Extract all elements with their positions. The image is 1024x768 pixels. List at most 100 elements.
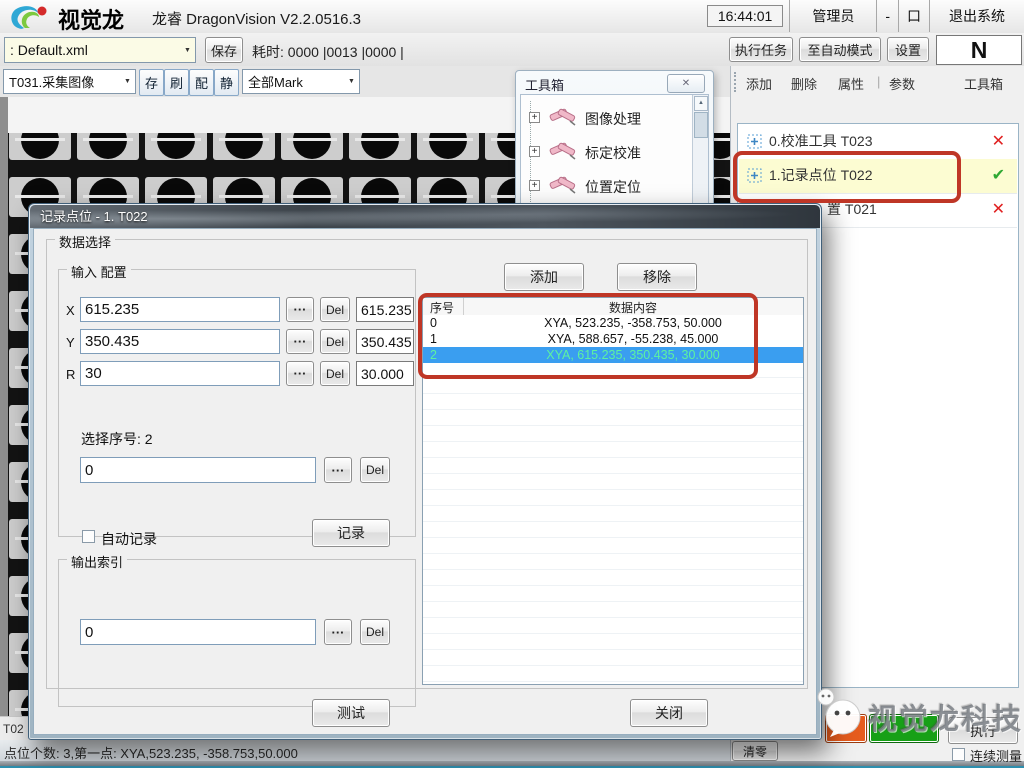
row-data: XYA, 615.235, 350.435, 30.000 xyxy=(463,348,803,362)
toolbox-item-image-processing[interactable]: + 图像处理 xyxy=(525,101,690,135)
minimize-button[interactable]: - xyxy=(876,0,898,32)
scrollbar-thumb[interactable] xyxy=(694,112,708,138)
tool-status-fragment: T02 xyxy=(3,722,24,736)
auto-mode-button[interactable]: 至自动模式 xyxy=(799,37,881,62)
execute-button[interactable]: 执行 xyxy=(948,717,1018,744)
y-browse-button[interactable]: ··· xyxy=(286,329,314,354)
add-point-button[interactable]: 添加 xyxy=(504,263,584,291)
crossed-tools-icon xyxy=(549,104,577,128)
crossed-tools-icon xyxy=(549,138,577,162)
auto-record-label: 自动记录 xyxy=(101,529,157,549)
capture-tool-combo[interactable]: T031.采集图像 ▼ xyxy=(3,69,136,94)
dragonvision-window: 视觉龙 龙睿 DragonVision V2.2.0516.3 16:44:01… xyxy=(0,0,1024,768)
static-button[interactable]: 静 xyxy=(214,69,239,96)
output-browse-button[interactable]: ··· xyxy=(324,619,352,645)
point-row-1[interactable]: 1 XYA, 588.657, -55.238, 45.000 xyxy=(423,331,803,347)
point-row-2-selected[interactable]: 2 XYA, 615.235, 350.435, 30.000 xyxy=(423,347,803,363)
task-label: 0.校准工具 T023 xyxy=(769,125,872,158)
mark-combo[interactable]: 全部Mark ▼ xyxy=(242,69,360,94)
run-task-button[interactable]: 执行任务 xyxy=(729,37,793,62)
column-divider xyxy=(463,298,464,315)
toolbox-tree: + 图像处理 + xyxy=(520,94,709,221)
auto-record-checkbox[interactable] xyxy=(82,530,95,543)
toolbox-item-label: 位置定位 xyxy=(585,177,641,197)
close-button[interactable]: 关闭 xyxy=(630,699,708,727)
select-index-input[interactable] xyxy=(80,457,316,483)
task-row-calibration[interactable]: 0.校准工具 T023 ✕ xyxy=(739,125,1017,160)
status-button-green[interactable] xyxy=(869,714,939,743)
robot-button-orange[interactable] xyxy=(825,714,867,743)
mode-indicator: N xyxy=(936,35,1022,65)
chevron-down-icon: ▼ xyxy=(344,78,359,85)
record-button[interactable]: 记录 xyxy=(312,519,390,547)
chevron-down-icon: ▼ xyxy=(120,78,135,85)
status-info: 点位个数: 3,第一点: XYA,523.235, -358.753,50.00… xyxy=(4,743,298,762)
chevron-down-icon: ▼ xyxy=(180,47,195,54)
config-button[interactable]: 配 xyxy=(189,69,214,96)
config-file-combo[interactable]: : Default.xml ▼ xyxy=(4,37,196,63)
y-input[interactable] xyxy=(80,329,280,354)
expand-icon[interactable]: + xyxy=(529,180,540,191)
select-browse-button[interactable]: ··· xyxy=(324,457,352,483)
elapsed-time-label: 耗时: 0000 |0013 |0000 | xyxy=(252,42,404,62)
toolbox-item-label: 图像处理 xyxy=(585,109,641,129)
x-input[interactable] xyxy=(80,297,280,322)
output-index-input[interactable] xyxy=(80,619,316,645)
task-param-button[interactable]: 参数 xyxy=(889,74,915,93)
task-add-button[interactable]: 添加 xyxy=(746,74,772,93)
dialog-body: 数据选择 输入 配置 X ··· Del 615.235 Y ··· Del 3… xyxy=(33,228,817,735)
exit-system-button[interactable]: 退出系统 xyxy=(929,0,1024,32)
config-file-value: : Default.xml xyxy=(5,42,180,58)
r-browse-button[interactable]: ··· xyxy=(286,361,314,386)
window-frame-left xyxy=(0,97,8,740)
expand-icon[interactable]: + xyxy=(529,112,540,123)
task-delete-button[interactable]: 删除 xyxy=(791,74,817,93)
app-title: 龙睿 DragonVision V2.2.0516.3 xyxy=(152,8,361,29)
window-frame-bottom xyxy=(0,761,1024,768)
row-data: XYA, 588.657, -55.238, 45.000 xyxy=(463,332,803,346)
remove-point-button[interactable]: 移除 xyxy=(617,263,697,291)
r-input[interactable] xyxy=(80,361,280,386)
toolbox-open-button[interactable]: 工具箱 xyxy=(964,74,1003,93)
toolbar-gripper[interactable] xyxy=(734,72,736,92)
save-button[interactable]: 保存 xyxy=(205,37,243,63)
store-button[interactable]: 存 xyxy=(139,69,164,96)
test-button[interactable]: 测试 xyxy=(312,699,390,727)
clear-button[interactable]: 清零 xyxy=(732,741,778,761)
maximize-button[interactable]: 口 xyxy=(898,0,929,32)
r-result: 30.000 xyxy=(356,361,414,386)
toolbox-scrollbar[interactable]: ▲ xyxy=(692,95,708,220)
r-label: R xyxy=(66,367,75,382)
toolbox-item-calibration[interactable]: + 标定校准 xyxy=(525,135,690,169)
continuous-measure-checkbox[interactable] xyxy=(952,748,965,761)
point-row-0[interactable]: 0 XYA, 523.235, -358.753, 50.000 xyxy=(423,315,803,331)
scroll-up-icon[interactable]: ▲ xyxy=(694,96,708,111)
menu-divider: | xyxy=(877,74,880,89)
toolbox-title: 工具箱 xyxy=(525,75,564,94)
y-label: Y xyxy=(66,335,75,350)
x-del-button[interactable]: Del xyxy=(320,297,350,322)
x-browse-button[interactable]: ··· xyxy=(286,297,314,322)
task-row-record-point[interactable]: 1.记录点位 T022 ✔ xyxy=(739,159,1017,194)
record-point-dialog: 记录点位 - 1. T022 数据选择 输入 配置 X ··· Del 615.… xyxy=(28,203,822,740)
expand-icon[interactable]: + xyxy=(529,146,540,157)
select-del-button[interactable]: Del xyxy=(360,457,390,483)
x-label: X xyxy=(66,303,75,318)
settings-button[interactable]: 设置 xyxy=(887,37,929,62)
titlebar-right: 16:44:01 管理员 - 口 退出系统 xyxy=(701,0,1024,32)
continuous-measure-label: 连续测量 xyxy=(970,746,1022,765)
point-data-list[interactable]: 序号 数据内容 0 XYA, 523.235, -358.753, 50.000… xyxy=(422,297,804,685)
refresh-button[interactable]: 刷 xyxy=(164,69,189,96)
current-user: 管理员 xyxy=(789,0,876,32)
dialog-titlebar[interactable]: 记录点位 - 1. T022 xyxy=(30,205,820,228)
y-del-button[interactable]: Del xyxy=(320,329,350,354)
output-del-button[interactable]: Del xyxy=(360,619,390,645)
close-icon[interactable]: ✕ xyxy=(667,74,705,93)
task-property-button[interactable]: 属性 xyxy=(838,74,864,93)
dragonvision-logo-icon xyxy=(8,3,54,31)
fail-icon: ✕ xyxy=(992,125,1005,158)
r-del-button[interactable]: Del xyxy=(320,361,350,386)
toolbox-item-label: 标定校准 xyxy=(585,143,641,163)
crossed-tools-icon xyxy=(549,172,577,196)
toolbox-item-positioning[interactable]: + 位置定位 xyxy=(525,169,690,203)
